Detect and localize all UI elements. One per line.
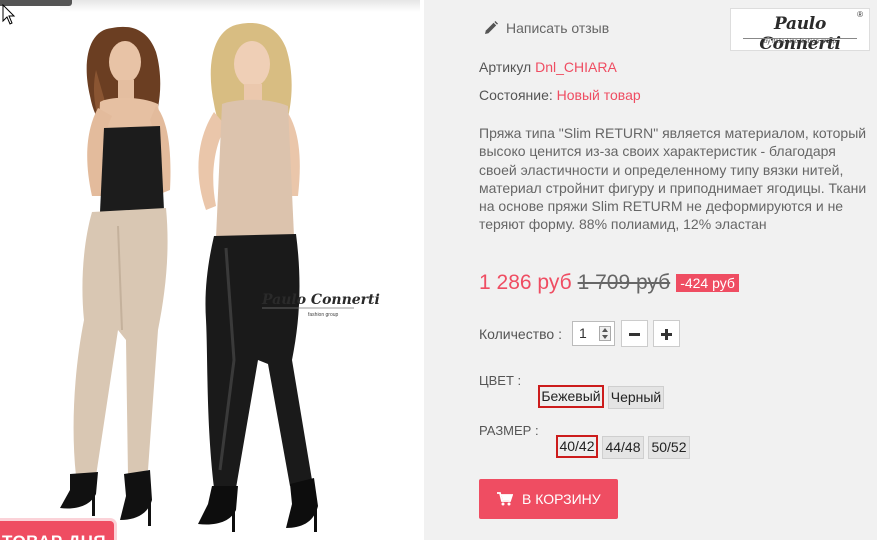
- color-option-black[interactable]: Черный: [608, 386, 664, 409]
- product-photo[interactable]: Paulo Connerti fashion group: [0, 0, 424, 540]
- size-option-50-52[interactable]: 50/52: [648, 436, 690, 459]
- brand-registered-mark: ®: [857, 10, 863, 19]
- quantity-minus-button[interactable]: [620, 320, 648, 347]
- quantity-spinner-icon[interactable]: [598, 326, 611, 341]
- sku-label: Артикул: [479, 59, 532, 75]
- photo-watermark-sub: fashion group: [308, 312, 339, 318]
- current-price: 1 286 руб: [479, 271, 572, 294]
- write-review-label: Написать отзыв: [506, 20, 610, 36]
- minus-icon: [628, 333, 640, 336]
- quantity-input[interactable]: 1: [571, 321, 615, 346]
- quantity-plus-button[interactable]: [652, 320, 680, 347]
- quantity-value: 1: [578, 325, 587, 341]
- brand-logo[interactable]: Paulo Connerti ® by Italia-Lino fashion …: [730, 8, 870, 54]
- photo-watermark-text: Paulo Connerti: [261, 292, 380, 308]
- pencil-icon: [485, 21, 498, 34]
- size-option-44-48[interactable]: 44/48: [602, 436, 644, 459]
- size-option-40-42[interactable]: 40/42: [556, 435, 598, 458]
- cart-icon: [497, 492, 513, 506]
- price-row: 1 286 руб 1 709 руб -424 руб: [479, 271, 739, 295]
- top-shadow: [60, 0, 420, 12]
- old-price: 1 709 руб: [577, 271, 671, 294]
- product-description: Пряжа типа "Slim RETURN" является матери…: [479, 125, 867, 233]
- brand-name: Paulo Connerti: [759, 14, 841, 54]
- add-to-cart-button[interactable]: В КОРЗИНУ: [479, 479, 618, 519]
- discount-badge: -424 руб: [676, 274, 739, 292]
- mouse-cursor-icon: [2, 4, 16, 25]
- sku-value: Dnl_CHIARA: [535, 59, 617, 75]
- product-info-panel: Написать отзыв Paulo Connerti ® by Itali…: [424, 0, 877, 540]
- product-photo-panel: Paulo Connerti fashion group ТОВАР ДНЯ: [0, 0, 424, 540]
- condition-label: Состояние:: [479, 87, 553, 103]
- write-review-link[interactable]: Написать отзыв: [484, 20, 609, 36]
- quantity-row: Количество : 1: [479, 320, 680, 347]
- condition-row: Состояние: Новый товар: [479, 87, 641, 103]
- condition-value: Новый товар: [556, 87, 641, 103]
- promo-badge[interactable]: ТОВАР ДНЯ: [0, 521, 114, 540]
- size-label: РАЗМЕР :: [479, 423, 539, 438]
- brand-subtitle: by Italia-Lino fashion group: [763, 39, 837, 45]
- color-label: ЦВЕТ :: [479, 373, 522, 388]
- color-option-beige[interactable]: Бежевый: [538, 385, 604, 408]
- add-to-cart-label: В КОРЗИНУ: [522, 491, 601, 507]
- sku-row: Артикул Dnl_CHIARA: [479, 59, 617, 75]
- quantity-label: Количество :: [479, 325, 562, 342]
